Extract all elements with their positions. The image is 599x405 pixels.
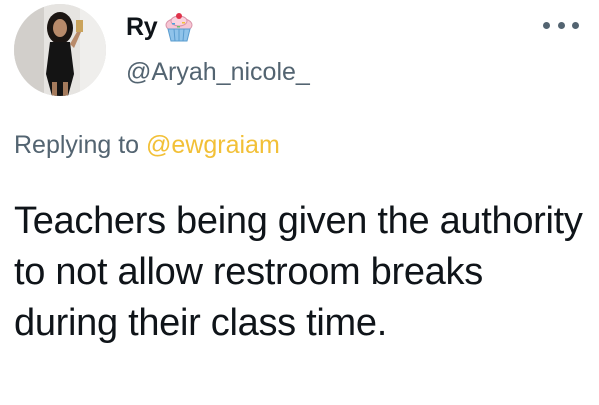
more-dot [557, 21, 565, 29]
more-dot [543, 21, 550, 29]
replying-to-mention[interactable]: @ewgraiam [146, 131, 280, 159]
cupcake-icon [165, 13, 193, 42]
more-dot [572, 21, 579, 29]
replying-to-line: Replying to @ewgraiam [14, 130, 280, 160]
avatar-image [14, 4, 106, 96]
avatar[interactable] [14, 4, 106, 96]
username[interactable]: @Aryah_nicole_ [126, 57, 310, 87]
display-name[interactable]: Ry [126, 12, 158, 42]
tweet-text: Teachers being given the authority to no… [14, 200, 583, 344]
replying-to-label: Replying to [14, 131, 140, 159]
more-horizontal-icon[interactable] [543, 14, 579, 36]
tweet-card: Ry @Aryah_nicole_ Replying to @ewgraiam … [0, 0, 599, 405]
